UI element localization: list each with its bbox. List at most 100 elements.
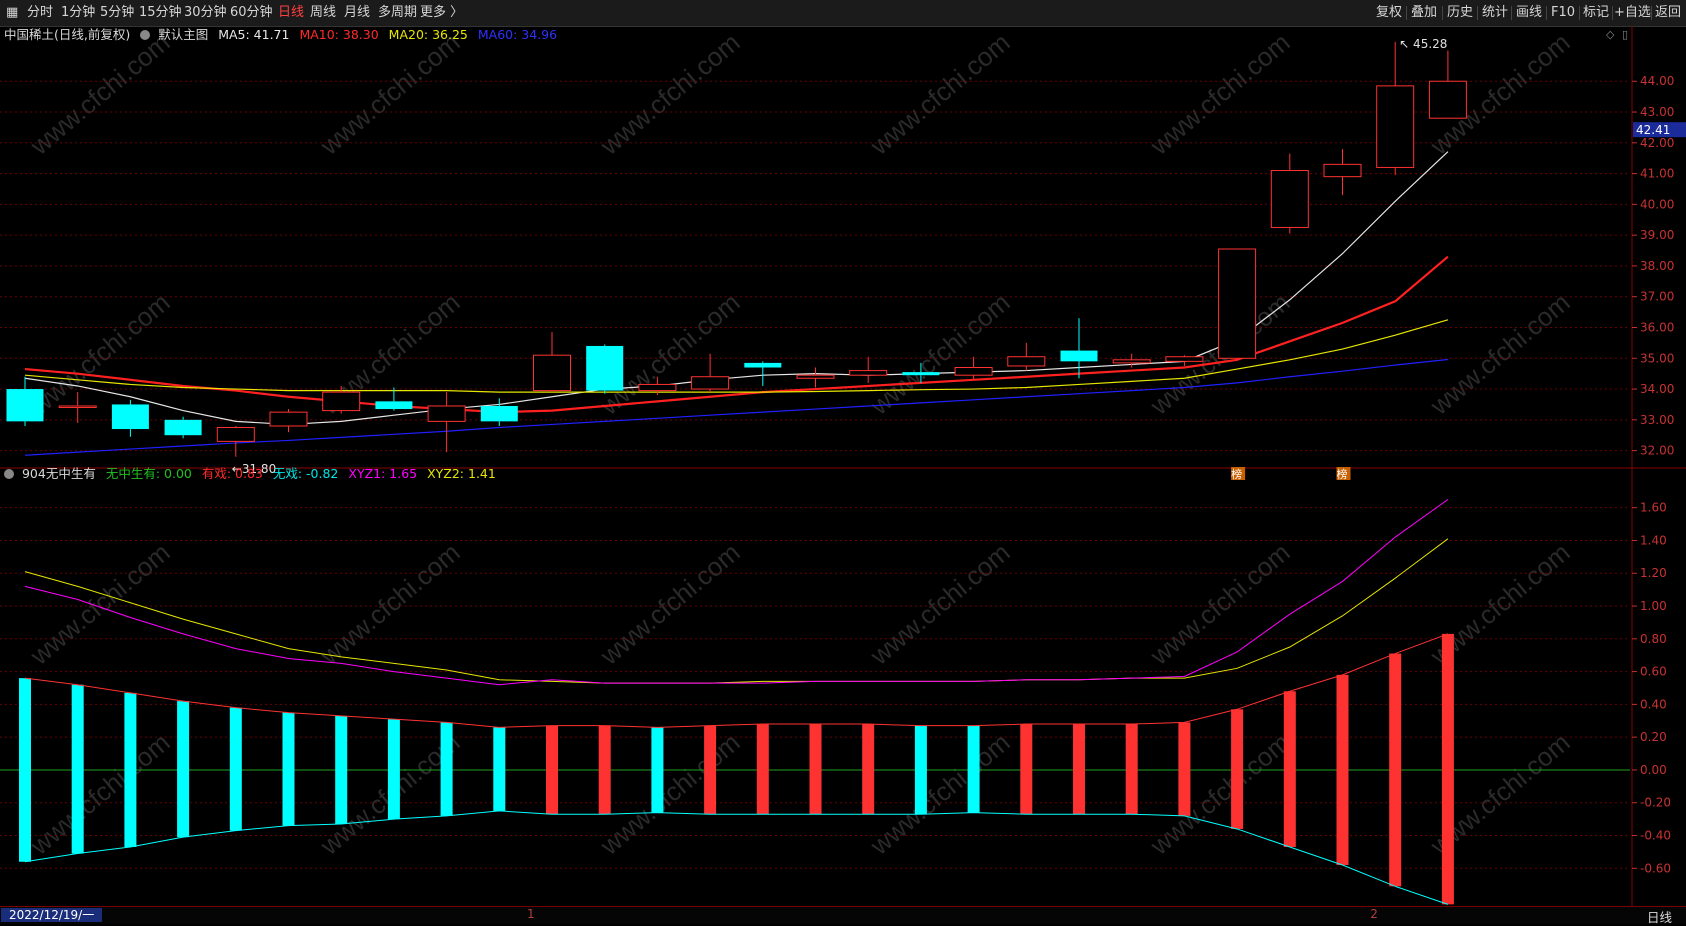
indicator-bar [809,724,822,815]
watermark-text: www.cfchi.com [864,27,1016,161]
candle-up [1428,80,1467,119]
candle-down [375,401,413,410]
stats-button[interactable]: 统计 [1479,4,1511,22]
indicator-bar [1336,674,1349,866]
diamond-icon[interactable]: ◇ [1606,28,1614,41]
price-tick-label: 34.00 [1640,382,1674,396]
indicator-bar [1125,724,1138,815]
watermark-text: www.cfchi.com [1144,537,1296,671]
high-price-annotation: ↖ 45.28 [1399,37,1447,51]
period-daily-button[interactable]: 日线 [278,4,304,22]
period-fenshi-button[interactable]: 分时 [27,4,53,22]
candle-down [902,372,940,376]
indicator-bar [124,692,137,847]
candle-up [269,411,308,427]
watermark-text: www.cfchi.com [24,27,176,161]
candle-up [58,405,97,408]
candle-up [954,367,993,376]
period-monthly-button[interactable]: 月线 [344,4,370,22]
back-button[interactable]: 返回 [1653,4,1683,22]
watermark-text: www.cfchi.com [24,287,176,421]
period-30min-button[interactable]: 30分钟 [184,4,227,22]
price-tick-label: 33.00 [1640,413,1674,427]
price-tick-label: 35.00 [1640,351,1674,365]
period-toolbar: 分时 1分钟 5分钟 15分钟 30分钟 60分钟 日线 周线 月线 多周期 更多 〉 ▦ 复权 叠加 历史… [0,0,1686,27]
layout-grid-icon[interactable]: ▦ [6,4,18,22]
list-marker-label: 榜 [1337,467,1348,481]
indicator-bar [546,725,558,815]
watermark-text: www.cfchi.com [864,537,1016,671]
indicator-bar [967,725,980,813]
indicator-bar [1178,722,1191,816]
watermark-text: www.cfchi.com [314,537,466,671]
candle-up [1323,163,1362,178]
period-15min-button[interactable]: 15分钟 [139,4,182,22]
template-label[interactable]: 默认主图 [158,27,208,42]
candle-down [586,345,624,391]
month-mark-label: 1 [527,907,535,921]
indicator-legend: 904无中生有 无中生有: 0.00 有戏: 0.83 无戏: -0.82 XY… [4,466,496,482]
ma60-value: MA60: 34.96 [477,27,558,42]
candle-down [6,389,44,422]
overlay-button[interactable]: 叠加 [1408,4,1440,22]
time-axis [0,906,1686,924]
period-5min-button[interactable]: 5分钟 [100,4,134,22]
indicator-title[interactable]: 904无中生有 [22,466,96,481]
candle-up [849,370,888,376]
candle-up [691,376,730,390]
indicator-bar [651,727,664,813]
period-1min-button[interactable]: 1分钟 [61,4,95,22]
watermark-text: www.cfchi.com [24,727,176,861]
watermark-text: www.cfchi.com [594,537,746,671]
mark-button[interactable]: 标记 [1581,4,1611,22]
candle-up [1270,170,1309,228]
toolbar-separator [1651,6,1652,20]
indicator-bar [914,725,927,815]
indicator-bar [1441,633,1454,905]
indicator-bar [177,701,190,838]
template-menu-icon[interactable] [140,30,151,40]
indicator-tick-label: -0.20 [1640,796,1671,810]
toolbar-separator [1406,6,1407,20]
history-button[interactable]: 历史 [1444,4,1476,22]
candle-up [1112,359,1151,364]
price-tick-label: 43.00 [1640,105,1674,119]
indicator-tick-label: -0.40 [1640,829,1671,843]
period-weekly-button[interactable]: 周线 [310,4,336,22]
add-watchlist-button[interactable]: +自选 [1614,4,1651,22]
indicator-v4: XYZ1: 1.65 [348,466,418,481]
indicator-menu-icon[interactable] [4,469,14,479]
candle-down [480,405,518,422]
indicator-bar [1231,709,1244,829]
indicator-bar [1020,724,1033,815]
watermark-text: www.cfchi.com [594,727,746,861]
month-mark-label: 2 [1370,907,1378,921]
period-more-button[interactable]: 更多 〉 [420,4,463,22]
price-tick-label: 42.00 [1640,136,1674,150]
period-60min-button[interactable]: 60分钟 [230,4,273,22]
list-marker-label: 榜 [1231,467,1242,481]
main-chart-legend: 中国稀土(日线,前复权) 默认主图 MA5: 41.71 MA10: 38.30… [4,27,557,43]
indicator-v3: 无戏: -0.82 [272,466,339,481]
indicator-tick-label: -0.60 [1640,861,1671,875]
period-indicator[interactable]: 日线 [1647,907,1672,926]
watermark-text: www.cfchi.com [314,27,466,161]
watermark-text: www.cfchi.com [1424,287,1576,421]
indicator-tick-label: 0.80 [1640,632,1667,646]
current-price-label: 42.41 [1636,123,1670,137]
indicator-bar [335,715,348,825]
toolbar-separator [1546,6,1547,20]
indicator-bar [862,724,875,815]
f10-button[interactable]: F10 [1548,4,1578,22]
toolbar-separator [1442,6,1443,20]
indicator-tick-label: 0.40 [1640,697,1667,711]
draw-line-button[interactable]: 画线 [1513,4,1545,22]
candle-up [322,391,361,412]
candle-down [164,419,202,436]
stock-title: 中国稀土(日线,前复权) [4,27,131,42]
watermark-text: www.cfchi.com [864,727,1016,861]
restore-icon[interactable]: ▯ [1622,28,1628,41]
period-multi-button[interactable]: 多周期 [378,4,417,22]
indicator-bar [756,724,769,815]
fuquan-button[interactable]: 复权 [1373,4,1405,22]
